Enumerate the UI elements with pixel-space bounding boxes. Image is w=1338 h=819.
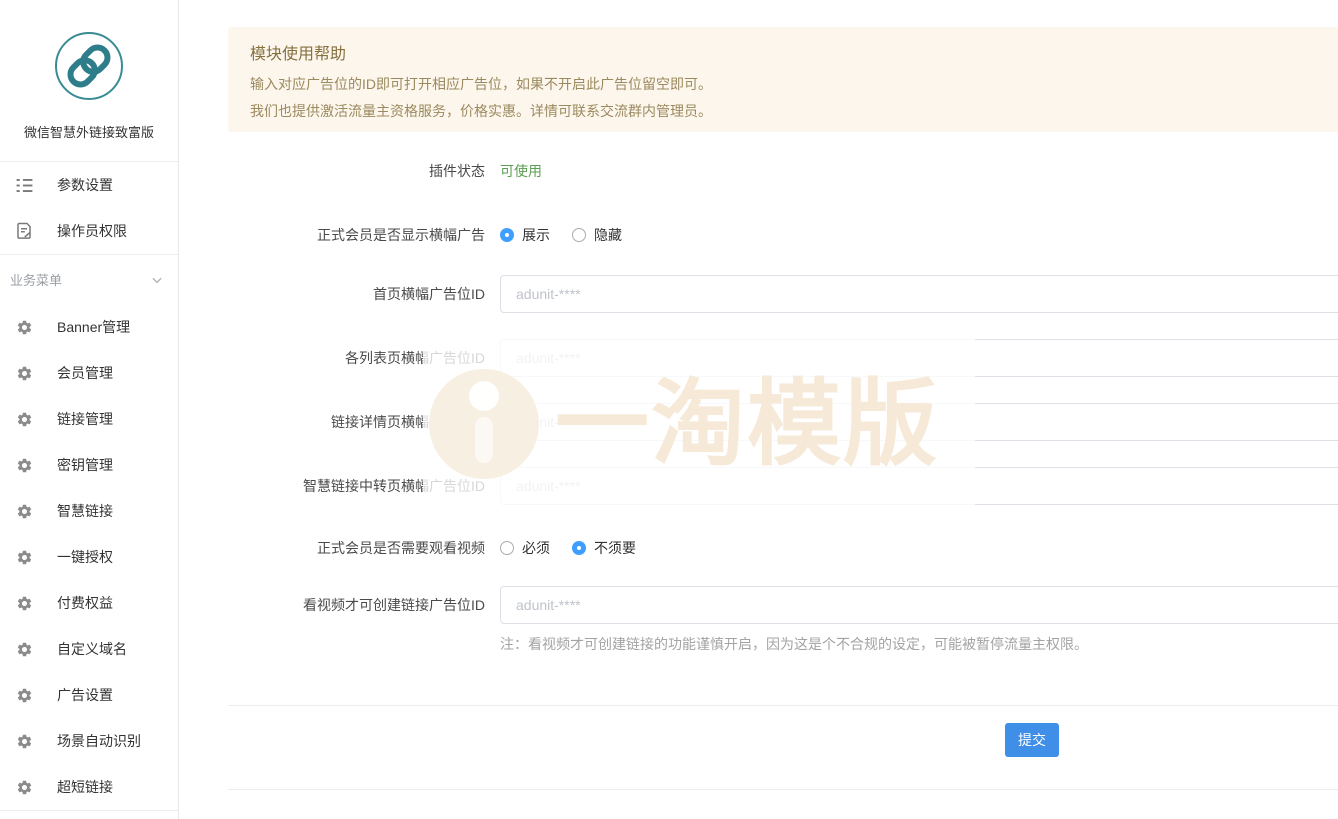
chevron-down-icon: [150, 273, 164, 287]
radio-label: 隐藏: [594, 225, 622, 245]
form-note: 注：看视频才可创建链接的功能谨慎开启，因为这是个不合规的设定，可能被暂停流量主权…: [500, 634, 1088, 654]
sidebar-item-label: 一键授权: [57, 547, 113, 567]
divider: [228, 789, 1338, 790]
radio-dot-icon: [572, 228, 586, 242]
gear-icon: [14, 363, 34, 383]
sidebar-item-label: 付费权益: [57, 593, 113, 613]
radio-label: 展示: [522, 225, 550, 245]
radio-not-required[interactable]: 不须要: [572, 538, 636, 558]
radio-label: 必须: [522, 538, 550, 558]
sidebar-item-label: 密钥管理: [57, 455, 113, 475]
gear-icon: [14, 639, 34, 659]
gear-icon: [14, 455, 34, 475]
sidebar-item-smart-links[interactable]: 智慧链接: [0, 488, 178, 534]
help-title: 模块使用帮助: [250, 40, 1316, 64]
detail-banner-label: 链接详情页横幅广告位ID: [180, 412, 485, 432]
radio-dot-icon: [572, 541, 586, 555]
sidebar-item-label: 广告设置: [57, 685, 113, 705]
radio-dot-icon: [500, 228, 514, 242]
main-content: 模块使用帮助 输入对应广告位的ID即可打开相应广告位，如果不开启此广告位留空即可…: [180, 0, 1338, 819]
gear-icon: [14, 685, 34, 705]
list-banner-input[interactable]: [500, 339, 1338, 377]
sidebar-item-label: Banner管理: [57, 317, 130, 337]
sidebar-item-one-click-auth[interactable]: 一键授权: [0, 534, 178, 580]
help-line: 我们也提供激活流量主资格服务，价格实惠。详情可联系交流群内管理员。: [250, 98, 1316, 125]
video-adunit-input[interactable]: [500, 586, 1338, 624]
gear-icon: [14, 777, 34, 797]
app-title: 微信智慧外链接致富版: [0, 122, 178, 162]
transfer-banner-input[interactable]: [500, 467, 1338, 505]
plugin-status-value: 可使用: [500, 161, 542, 181]
sidebar-item-keys[interactable]: 密钥管理: [0, 442, 178, 488]
help-line: 输入对应广告位的ID即可打开相应广告位，如果不开启此广告位留空即可。: [250, 71, 1316, 98]
sidebar-item-label: 链接管理: [57, 409, 113, 429]
sidebar-item-ad-settings[interactable]: 广告设置: [0, 672, 178, 718]
gear-icon: [14, 501, 34, 521]
list-banner-label: 各列表页横幅广告位ID: [180, 348, 485, 368]
radio-required[interactable]: 必须: [500, 538, 550, 558]
sidebar-item-scene-auto-detect[interactable]: 场景自动识别: [0, 718, 178, 764]
sidebar-item-members[interactable]: 会员管理: [0, 350, 178, 396]
sidebar-item-label: 超短链接: [57, 777, 113, 797]
sidebar-item-banner[interactable]: Banner管理: [0, 304, 178, 350]
help-alert: 模块使用帮助 输入对应广告位的ID即可打开相应广告位，如果不开启此广告位留空即可…: [228, 27, 1338, 132]
video-adunit-label: 看视频才可创建链接广告位ID: [180, 595, 485, 615]
document-edit-icon: [14, 221, 34, 241]
sidebar-item-param-settings[interactable]: 参数设置: [0, 162, 178, 208]
sidebar-item-label: 智慧链接: [57, 501, 113, 521]
sidebar-item-ultra-short-links[interactable]: 超短链接: [0, 764, 178, 810]
home-banner-input[interactable]: [500, 275, 1338, 313]
sidebar-item-links[interactable]: 链接管理: [0, 396, 178, 442]
gear-icon: [14, 593, 34, 613]
sidebar-item-label: 场景自动识别: [57, 731, 141, 751]
sidebar-group-business-menu[interactable]: 业务菜单: [0, 255, 178, 304]
sidebar-item-label: 自定义域名: [57, 639, 127, 659]
gear-icon: [14, 317, 34, 337]
app-logo: [53, 30, 125, 102]
gear-icon: [14, 547, 34, 567]
home-banner-label: 首页横幅广告位ID: [180, 284, 485, 304]
sidebar-item-paid-benefits[interactable]: 付费权益: [0, 580, 178, 626]
sidebar-item-label: 参数设置: [57, 175, 113, 195]
watch-video-label: 正式会员是否需要观看视频: [180, 538, 485, 558]
plugin-status-label: 插件状态: [180, 161, 485, 181]
banner-display-label: 正式会员是否显示横幅广告: [180, 225, 485, 245]
radio-label: 不须要: [594, 538, 636, 558]
detail-banner-input[interactable]: [500, 403, 1338, 441]
list-settings-icon: [14, 175, 34, 195]
sidebar-item-label: 操作员权限: [57, 221, 127, 241]
sidebar-group-label: 业务菜单: [10, 270, 62, 289]
radio-dot-icon: [500, 541, 514, 555]
sidebar-item-custom-domain[interactable]: 自定义域名: [0, 626, 178, 672]
banner-display-radio-group: 展示 隐藏: [500, 225, 644, 245]
sidebar-item-label: 会员管理: [57, 363, 113, 383]
radio-hide[interactable]: 隐藏: [572, 225, 622, 245]
transfer-banner-label: 智慧链接中转页横幅广告位ID: [180, 476, 485, 496]
divider: [228, 705, 1338, 706]
chain-link-icon: [53, 30, 125, 102]
sidebar-item-operator-permissions[interactable]: 操作员权限: [0, 208, 178, 254]
gear-icon: [14, 731, 34, 751]
gear-icon: [14, 409, 34, 429]
watch-video-radio-group: 必须 不须要: [500, 538, 658, 558]
radio-show[interactable]: 展示: [500, 225, 550, 245]
sidebar: 微信智慧外链接致富版 参数设置 操作员权限 业: [0, 0, 179, 819]
submit-button[interactable]: 提交: [1005, 723, 1059, 757]
